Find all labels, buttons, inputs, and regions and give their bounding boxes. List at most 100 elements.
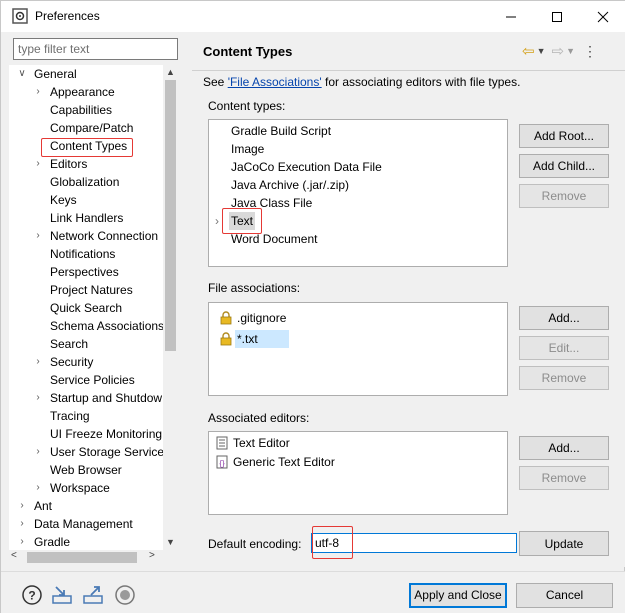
content-type-item[interactable]: Java Archive (.jar/.zip)	[229, 176, 351, 194]
tree-item[interactable]: Compare/Patch	[9, 119, 171, 137]
tree-item[interactable]: › Appearance	[9, 83, 171, 101]
tree-item[interactable]: Project Natures	[9, 281, 171, 299]
content-type-item[interactable]: JaCoCo Execution Data File	[229, 158, 384, 176]
hscroll-thumb[interactable]	[27, 552, 137, 563]
scroll-up-icon[interactable]: ▲	[163, 65, 178, 80]
scroll-left-icon[interactable]: <	[11, 550, 17, 561]
tree-item[interactable]: › Startup and Shutdow	[9, 389, 171, 407]
content-type-item[interactable]: Image	[229, 140, 266, 158]
file-associations-link[interactable]: 'File Associations'	[228, 75, 322, 89]
apply-and-close-button[interactable]: Apply and Close	[409, 583, 507, 608]
tree-item[interactable]: Quick Search	[9, 299, 171, 317]
tree-item-label: Ant	[34, 499, 53, 513]
tree-horizontal-scrollbar[interactable]: < >	[9, 550, 171, 565]
tree-item[interactable]: Notifications	[9, 245, 171, 263]
remove-editor-button[interactable]: Remove	[519, 466, 609, 490]
forward-icon[interactable]: ⇨	[552, 42, 565, 60]
tree-item-label: Project Natures	[50, 283, 133, 297]
scroll-right-icon[interactable]: >	[149, 550, 155, 561]
cancel-button[interactable]: Cancel	[516, 583, 613, 608]
menu-icon[interactable]: ⋮	[583, 43, 597, 60]
chevron-right-icon[interactable]: ›	[33, 389, 43, 407]
chevron-right-icon[interactable]: ›	[33, 155, 43, 173]
chevron-right-icon[interactable]: ›	[17, 497, 27, 515]
page-header: Content Types ⇦ ▼ ⇨ ▼ ⋮	[192, 32, 625, 70]
tree-item-label: Notifications	[50, 247, 116, 261]
chevron-right-icon[interactable]: ›	[17, 533, 27, 550]
record-icon[interactable]	[114, 584, 136, 606]
chevron-right-icon[interactable]: ›	[33, 479, 43, 497]
chevron-right-icon[interactable]: ›	[33, 353, 43, 371]
tree-item[interactable]: › Ant	[9, 497, 171, 515]
tree-item[interactable]: › Data Management	[9, 515, 171, 533]
add-child-button[interactable]: Add Child...	[519, 154, 609, 178]
tree-item-label: Quick Search	[50, 301, 123, 315]
back-dropdown-icon[interactable]: ▼	[537, 46, 546, 56]
update-button[interactable]: Update	[519, 531, 609, 556]
tree-item[interactable]: Schema Associations	[9, 317, 171, 335]
file-association-item[interactable]: .gitignore	[220, 309, 288, 327]
tree-item[interactable]: Capabilities	[9, 101, 171, 119]
intro-suffix: for associating editors with file types.	[321, 75, 521, 89]
associated-editor-item[interactable]: {} Generic Text Editor	[216, 453, 337, 471]
lock-icon	[219, 311, 233, 325]
tree-item-label: Compare/Patch	[50, 121, 134, 135]
help-icon[interactable]: ?	[21, 584, 43, 606]
close-icon	[597, 11, 609, 22]
tree-item[interactable]: › Network Connection	[9, 227, 171, 245]
chevron-right-icon[interactable]: ›	[33, 227, 43, 245]
tree-item[interactable]: Keys	[9, 191, 171, 209]
highlight-text-type	[222, 208, 262, 234]
tree-item[interactable]: › Security	[9, 353, 171, 371]
file-associations-list[interactable]: .gitignore *.txt	[208, 302, 508, 396]
associated-editor-item[interactable]: Text Editor	[216, 434, 292, 452]
associated-editors-label: Associated editors:	[208, 411, 310, 425]
add-root-button[interactable]: Add Root...	[519, 124, 609, 148]
svg-text:{}: {}	[219, 459, 225, 468]
remove-content-type-button[interactable]: Remove	[519, 184, 609, 208]
lock-icon	[219, 332, 233, 346]
tree-item[interactable]: › Editors	[9, 155, 171, 173]
content-type-item[interactable]: Gradle Build Script	[229, 122, 333, 140]
chevron-right-icon[interactable]: ›	[215, 212, 219, 230]
scroll-down-icon[interactable]: ▼	[163, 535, 178, 550]
file-association-item[interactable]: *.txt	[220, 330, 289, 348]
tree-item[interactable]: UI Freeze Monitoring	[9, 425, 171, 443]
tree-item[interactable]: Perspectives	[9, 263, 171, 281]
tree-item[interactable]: ∨ General	[9, 65, 171, 83]
forward-dropdown-icon[interactable]: ▼	[566, 46, 575, 56]
tree-item[interactable]: Service Policies	[9, 371, 171, 389]
edit-association-button[interactable]: Edit...	[519, 336, 609, 360]
tree-item[interactable]: Web Browser	[9, 461, 171, 479]
export-icon[interactable]	[82, 584, 104, 606]
import-icon[interactable]	[51, 584, 73, 606]
tree-item[interactable]: › Workspace	[9, 479, 171, 497]
content-types-tree[interactable]: Gradle Build Script Image JaCoCo Execution…	[208, 119, 508, 267]
associated-editors-list[interactable]: Text Editor {} Generic Text Editor	[208, 431, 508, 515]
maximize-button[interactable]	[534, 1, 580, 32]
tree-item-label: Tracing	[50, 409, 90, 423]
add-editor-button[interactable]: Add...	[519, 436, 609, 460]
filter-input[interactable]	[13, 38, 178, 60]
tree-item-label: General	[34, 67, 77, 81]
tree-item[interactable]: Tracing	[9, 407, 171, 425]
content-type-label: Image	[231, 142, 265, 156]
remove-association-button[interactable]: Remove	[519, 366, 609, 390]
chevron-right-icon[interactable]: ›	[33, 83, 43, 101]
tree-item[interactable]: Search	[9, 335, 171, 353]
close-button[interactable]	[580, 1, 625, 32]
chevron-right-icon[interactable]: ›	[17, 515, 27, 533]
add-association-button[interactable]: Add...	[519, 306, 609, 330]
chevron-down-icon[interactable]: ∨	[17, 65, 27, 83]
tree-vertical-scrollbar[interactable]: ▲ ▼	[163, 65, 178, 550]
tree-item[interactable]: › Gradle	[9, 533, 171, 550]
chevron-right-icon[interactable]: ›	[33, 443, 43, 461]
tree-item-label: Globalization	[50, 175, 120, 189]
tree-item[interactable]: Link Handlers	[9, 209, 171, 227]
tree-item[interactable]: › User Storage Service	[9, 443, 171, 461]
tree-item[interactable]: Globalization	[9, 173, 171, 191]
minimize-button[interactable]	[488, 1, 534, 32]
back-icon[interactable]: ⇦	[522, 42, 535, 60]
scroll-thumb[interactable]	[165, 80, 176, 351]
file-associations-label: File associations:	[208, 281, 301, 295]
